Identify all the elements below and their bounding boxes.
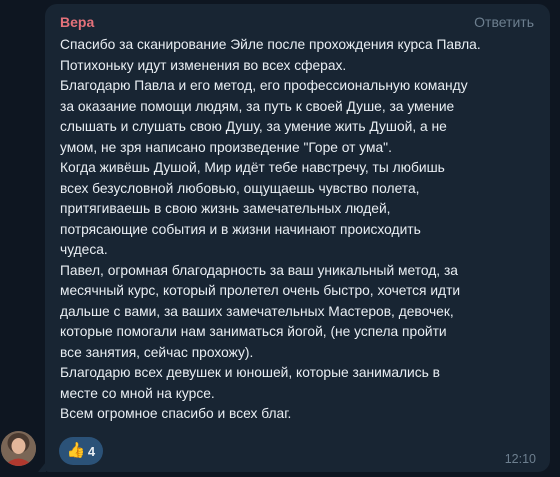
message-line: которые помогали нам заниматься йогой, (… <box>60 324 447 339</box>
message-line: Всем огромное спасибо и всех благ. <box>60 406 292 421</box>
message-line: чудеса. <box>60 242 108 257</box>
message-text: Спасибо за сканирование Эйле после прохо… <box>60 35 540 425</box>
message-line: за оказание помощи людям, за путь к свое… <box>60 98 455 114</box>
reaction-count: 4 <box>87 443 96 459</box>
message-line: месячный курс, который пролетел очень бы… <box>60 283 461 298</box>
message-line: месте со мной на курсе. <box>60 385 215 401</box>
thumbs-up-icon: 👍 <box>66 441 86 459</box>
message-bubble: Вера Ответить Спасибо за сканирование Эй… <box>45 4 550 472</box>
message-line: все занятия, сейчас прохожу). <box>60 344 254 360</box>
message-line: Павел, огромная благодарность за ваш уни… <box>60 262 458 278</box>
sender-name[interactable]: Вера <box>60 13 94 31</box>
message-line: Спасибо за сканирование Эйле после прохо… <box>60 37 481 52</box>
sender-avatar[interactable] <box>1 431 36 466</box>
message-line: умом, не зря написано произведение "Горе… <box>60 139 392 155</box>
message-line: Потихоньку идут изменения во всех сферах… <box>60 57 347 73</box>
message-line: дальше с вами, за ваших замечательных Ма… <box>60 303 454 319</box>
message-line: Благодарю Павла и его метод, его професс… <box>60 78 468 93</box>
message-line: потрясающие события и в жизни начинают п… <box>60 221 421 237</box>
reaction-button[interactable]: 👍 4 <box>59 437 103 465</box>
message-line: всех безусловной любовью, ощущаешь чувст… <box>60 180 420 196</box>
reply-button[interactable]: Ответить <box>474 13 534 31</box>
message-line: Когда живёшь Душой, Мир идёт тебе навстр… <box>60 160 445 175</box>
message-timestamp: 12:10 <box>504 452 536 466</box>
message-line: притягиваешь в свою жизнь замечательных … <box>60 201 391 216</box>
message-line: слышать и слушать свою Душу, за умение ж… <box>60 119 447 134</box>
message-line: Благодарю всех девушек и юношей, которые… <box>60 365 441 380</box>
